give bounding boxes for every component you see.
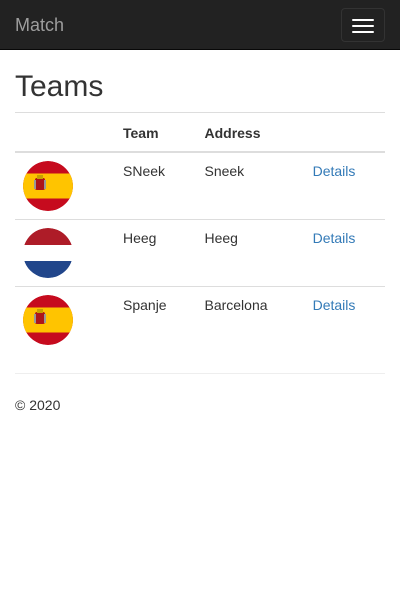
table-header-row: Team Address	[15, 112, 385, 153]
page-title: Teams	[15, 70, 104, 103]
team-address: Barcelona	[196, 286, 305, 353]
netherlands-flag-icon	[23, 228, 73, 278]
spain-flag-icon	[23, 295, 73, 345]
team-address: Sneek	[204, 163, 245, 179]
table-row: SNeek Sneek Details	[15, 152, 385, 220]
details-link[interactable]: Details	[313, 163, 356, 179]
teams-table: Team Address SNeek Sneek Details Heeg He…	[15, 112, 385, 353]
footer-divider	[15, 373, 385, 374]
footer: © 2020	[15, 395, 385, 415]
flag-cell	[15, 286, 115, 353]
navbar: Match	[0, 0, 400, 50]
column-header-flag	[15, 112, 115, 153]
column-header-address: Address	[196, 112, 305, 153]
navbar-brand[interactable]: Match	[15, 14, 64, 36]
details-cell: Details	[305, 152, 385, 220]
team-address: Heeg	[196, 219, 305, 287]
navbar-toggle-button[interactable]	[341, 8, 385, 42]
table-row: Heeg Heeg Details	[15, 219, 385, 287]
team-name: SNeek	[123, 163, 166, 179]
flag-cell	[15, 219, 115, 287]
main-content: Teams Team Address SNeek Sneek Details H…	[0, 70, 400, 415]
details-link[interactable]: Details	[313, 230, 356, 246]
details-link[interactable]: Details	[313, 297, 356, 313]
column-header-team: Team	[115, 112, 197, 153]
details-cell: Details	[304, 286, 385, 353]
details-cell: Details	[304, 219, 385, 287]
team-name: Heeg	[115, 219, 197, 287]
copyright-text: © 2020	[15, 397, 61, 413]
spain-flag-icon	[23, 161, 73, 211]
column-header-actions	[304, 112, 385, 153]
flag-cell	[15, 152, 115, 220]
table-row: Spanje Barcelona Details	[15, 286, 385, 353]
team-name: Spanje	[115, 286, 197, 353]
